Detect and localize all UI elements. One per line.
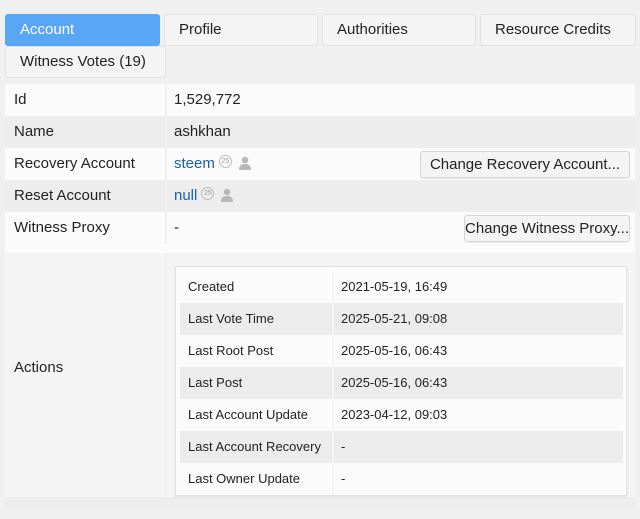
column-divider bbox=[332, 303, 334, 335]
reset-account-link[interactable]: null bbox=[174, 187, 197, 204]
row-id: Id 1,529,772 bbox=[5, 84, 635, 116]
action-label: Last Root Post bbox=[188, 343, 274, 358]
column-divider bbox=[332, 431, 334, 463]
row-witness-proxy: Witness Proxy - Change Witness Proxy... bbox=[5, 212, 635, 244]
id-label: Id bbox=[14, 91, 27, 108]
actions-label: Actions bbox=[14, 359, 64, 376]
user-icon[interactable] bbox=[238, 150, 252, 182]
column-divider bbox=[165, 116, 167, 148]
column-divider bbox=[332, 463, 334, 495]
action-value: 2025-05-16, 06:43 bbox=[341, 375, 448, 390]
column-divider bbox=[165, 253, 167, 497]
actions-row: Last Owner Update - bbox=[180, 463, 623, 495]
change-recovery-account-button[interactable]: Change Recovery Account... bbox=[420, 151, 630, 178]
account-page: Account Profile Authorities Resource Cre… bbox=[0, 0, 640, 519]
recovery-account-label: Recovery Account bbox=[14, 155, 135, 172]
witness-proxy-label: Witness Proxy bbox=[14, 219, 110, 236]
column-divider bbox=[332, 367, 334, 399]
action-label: Created bbox=[188, 279, 235, 294]
reputation-badge: 25 bbox=[218, 155, 232, 168]
id-value: 1,529,772 bbox=[174, 91, 241, 108]
actions-row: Last Root Post 2025-05-16, 06:43 bbox=[180, 335, 623, 367]
action-label: Last Post bbox=[188, 375, 243, 390]
tab-authorities[interactable]: Authorities bbox=[322, 14, 476, 46]
tab-resource-credits[interactable]: Resource Credits bbox=[480, 14, 636, 46]
action-value: - bbox=[341, 471, 346, 486]
row-recovery-account: Recovery Account steem 25 Change Recovery… bbox=[5, 148, 635, 180]
action-label: Last Vote Time bbox=[188, 311, 274, 326]
tab-witness-votes[interactable]: Witness Votes (19) bbox=[5, 46, 166, 78]
recovery-account-link[interactable]: steem bbox=[174, 155, 215, 172]
tab-profile[interactable]: Profile bbox=[164, 14, 318, 46]
column-divider bbox=[165, 180, 167, 212]
name-value-link[interactable]: ashkhan bbox=[174, 116, 231, 148]
action-value: 2025-05-16, 06:43 bbox=[341, 343, 448, 358]
column-divider bbox=[332, 271, 334, 303]
row-reset-account: Reset Account null 25 bbox=[5, 180, 635, 212]
actions-row: Last Post 2025-05-16, 06:43 bbox=[180, 367, 623, 399]
tab-bar: Account Profile Authorities Resource Cre… bbox=[0, 0, 640, 80]
action-value: 2021-05-19, 16:49 bbox=[341, 279, 448, 294]
actions-row: Created 2021-05-19, 16:49 bbox=[180, 271, 623, 303]
action-value: 2025-05-21, 09:08 bbox=[341, 311, 448, 326]
column-divider bbox=[165, 84, 167, 116]
actions-row: Last Account Recovery - bbox=[180, 431, 623, 463]
action-value: - bbox=[341, 439, 346, 454]
action-label: Last Owner Update bbox=[188, 471, 301, 486]
row-actions: Actions Created 2021-05-19, 16:49 Last Vot… bbox=[5, 253, 635, 497]
row-spacer bbox=[5, 244, 635, 253]
actions-row: Last Account Update 2023-04-12, 09:03 bbox=[180, 399, 623, 431]
reset-account-value: null 25 bbox=[174, 180, 234, 214]
user-icon[interactable] bbox=[220, 182, 234, 214]
column-divider bbox=[165, 212, 167, 244]
row-name: Name ashkhan bbox=[5, 116, 635, 148]
recovery-account-value: steem 25 bbox=[174, 148, 252, 182]
actions-table: Created 2021-05-19, 16:49 Last Vote Time 20… bbox=[175, 266, 627, 496]
table-footer bbox=[5, 497, 635, 509]
actions-row: Last Vote Time 2025-05-21, 09:08 bbox=[180, 303, 623, 335]
reputation-badge: 25 bbox=[201, 187, 215, 200]
reset-account-label: Reset Account bbox=[14, 187, 111, 204]
column-divider bbox=[165, 148, 167, 180]
witness-proxy-value: - bbox=[174, 219, 179, 236]
account-details-table: Id 1,529,772 Name ashkhan Recovery Accou… bbox=[5, 84, 635, 509]
column-divider bbox=[332, 399, 334, 431]
change-witness-proxy-button[interactable]: Change Witness Proxy... bbox=[464, 215, 630, 242]
column-divider bbox=[332, 335, 334, 367]
action-value: 2023-04-12, 09:03 bbox=[341, 407, 448, 422]
tab-account[interactable]: Account bbox=[5, 14, 160, 46]
action-label: Last Account Update bbox=[188, 407, 308, 422]
name-label: Name bbox=[14, 123, 55, 140]
action-label: Last Account Recovery bbox=[188, 439, 321, 454]
